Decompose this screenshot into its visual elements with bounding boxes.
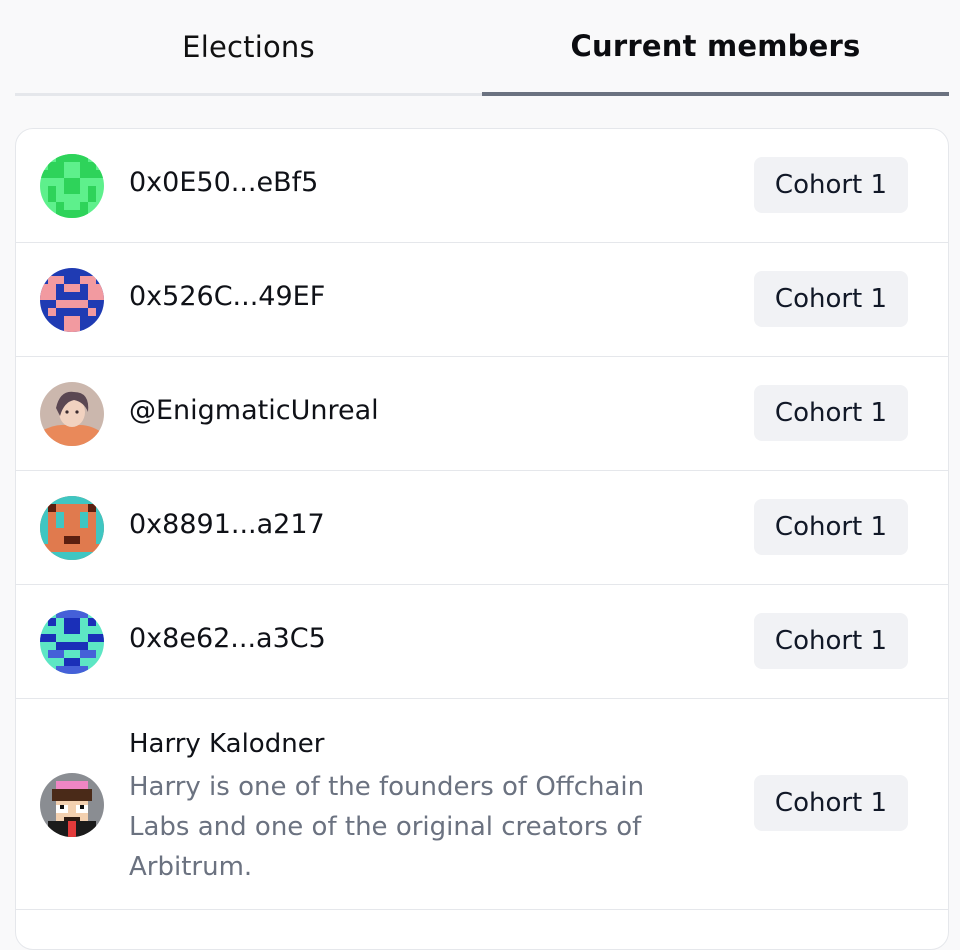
green-pixel-avatar: [40, 154, 104, 218]
tab-bar: Elections Current members: [15, 0, 949, 96]
list-item[interactable]: 0x8891...a217 Cohort 1: [16, 471, 948, 585]
cohort-badge: Cohort 1: [754, 271, 908, 327]
cohort-badge: Cohort 1: [754, 613, 908, 669]
cohort-badge: Cohort 1: [754, 385, 908, 441]
members-list: 0x0E50...eBf5 Cohort 1 0x526C...49EF Coh…: [15, 128, 949, 950]
tab-elections[interactable]: Elections: [15, 0, 482, 96]
member-name[interactable]: 0x8e62...a3C5: [129, 623, 326, 654]
orange-teal-pixel-avatar: [40, 496, 104, 560]
list-item[interactable]: 0x0E50...eBf5 Cohort 1: [16, 129, 948, 243]
member-description: Harry is one of the founders of Offchain…: [129, 772, 645, 882]
member-name[interactable]: 0x8891...a217: [129, 509, 325, 540]
list-item[interactable]: Harry Kalodner Harry is one of the found…: [16, 699, 948, 910]
list-item[interactable]: 0x8e62...a3C5 Cohort 1: [16, 585, 948, 699]
portrait-avatar: [40, 382, 104, 446]
member-name[interactable]: 0x526C...49EF: [129, 281, 325, 312]
list-item[interactable]: 0x526C...49EF Cohort 1: [16, 243, 948, 357]
member-name[interactable]: Harry Kalodner: [129, 729, 324, 759]
member-name[interactable]: 0x0E50...eBf5: [129, 167, 318, 198]
member-name[interactable]: @EnigmaticUnreal: [129, 395, 379, 426]
cohort-badge: Cohort 1: [754, 775, 908, 831]
list-item[interactable]: @EnigmaticUnreal Cohort 1: [16, 357, 948, 471]
blue-mint-pixel-avatar: [40, 610, 104, 674]
pixel-character-avatar: [40, 773, 104, 837]
blue-pink-pixel-avatar: [40, 268, 104, 332]
tab-current-members[interactable]: Current members: [482, 0, 949, 96]
cohort-badge: Cohort 1: [754, 499, 908, 555]
cohort-badge: Cohort 1: [754, 157, 908, 213]
